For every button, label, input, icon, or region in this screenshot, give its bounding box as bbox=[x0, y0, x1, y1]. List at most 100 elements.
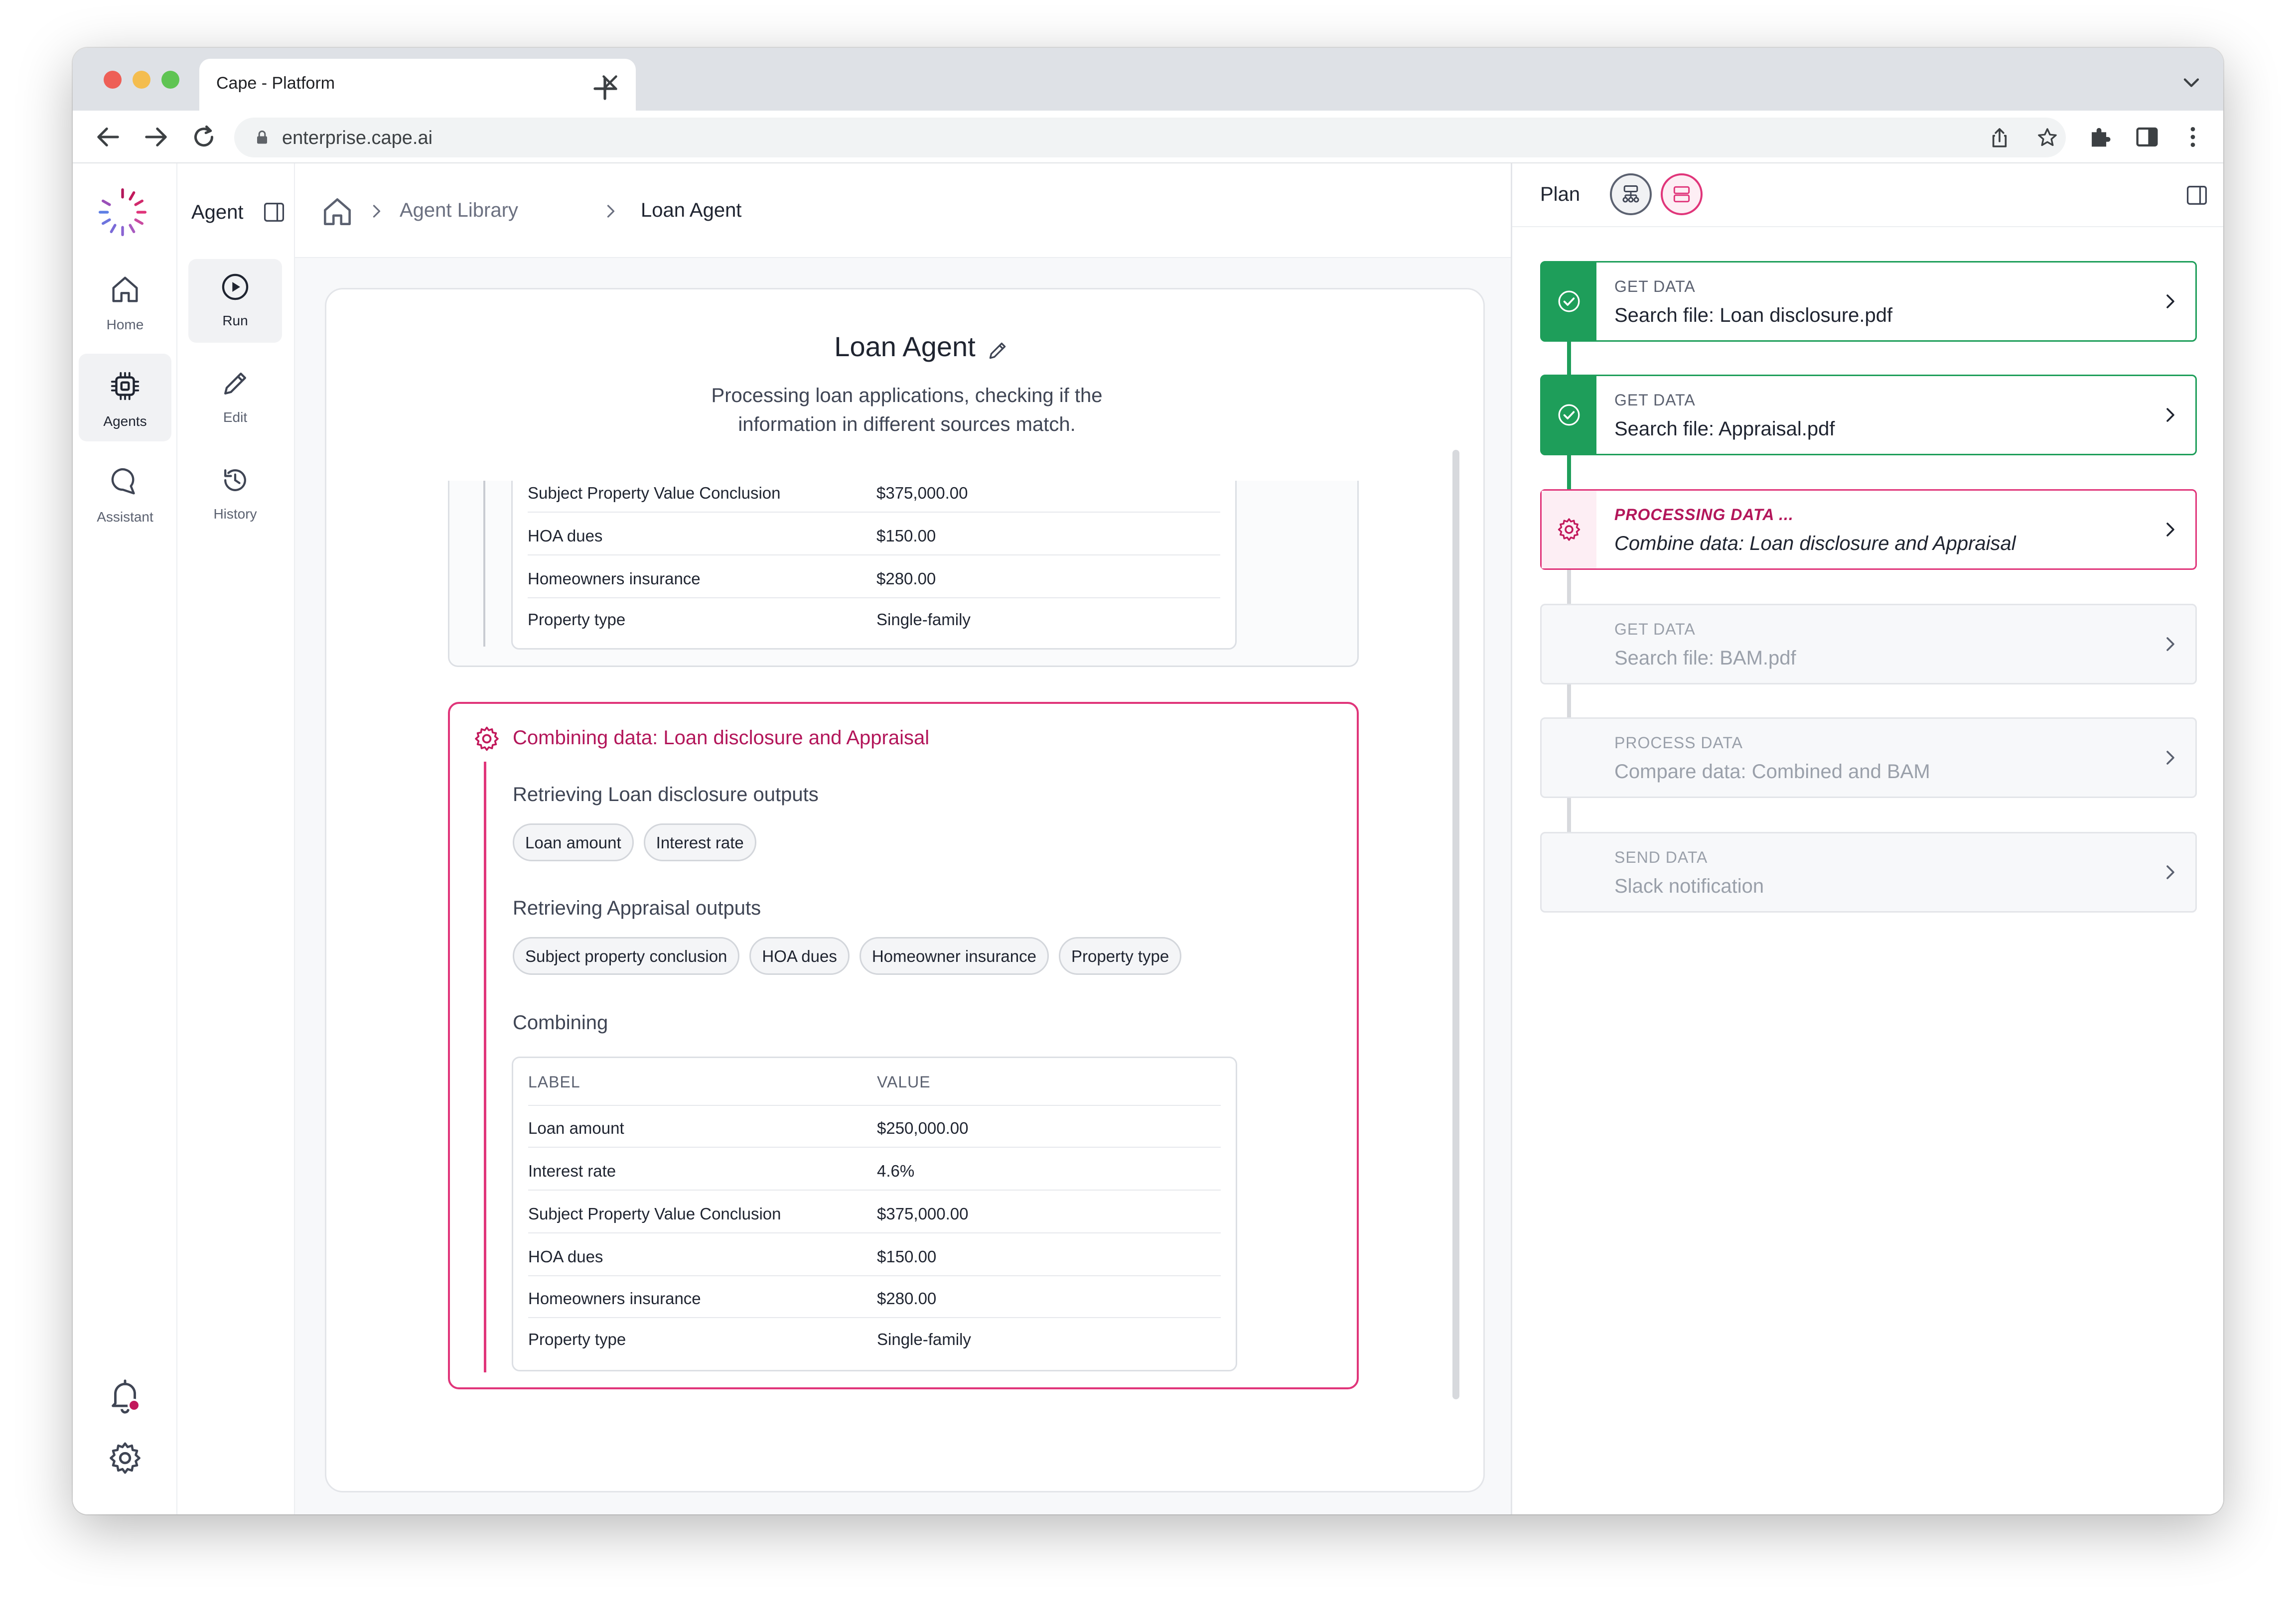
tab-search-chevron-icon[interactable] bbox=[2178, 70, 2204, 96]
plan-step[interactable]: PROCESSING DATA ... Combine data: Loan d… bbox=[1540, 489, 2197, 570]
browser-tab[interactable]: Cape - Platform bbox=[199, 59, 636, 111]
cell-value: $375,000.00 bbox=[877, 1205, 969, 1223]
edit-title-pencil-icon[interactable] bbox=[985, 338, 1010, 363]
agent-description: Processing loan applications, checking i… bbox=[711, 385, 1103, 435]
cell-label: Property type bbox=[528, 610, 626, 629]
chevron-right-icon[interactable] bbox=[2158, 403, 2182, 427]
window-maximize-button[interactable] bbox=[161, 71, 179, 89]
rail-item-assistant[interactable]: Assistant bbox=[79, 449, 171, 537]
forward-arrow-icon[interactable] bbox=[140, 121, 172, 153]
table-row: HOA dues $150.00 bbox=[528, 1234, 1221, 1276]
share-icon[interactable] bbox=[1986, 125, 2013, 151]
subnav-label-run: Run bbox=[222, 313, 248, 328]
run-play-icon bbox=[222, 273, 249, 300]
step-text: Combine data: Loan disclosure and Apprai… bbox=[1614, 533, 2016, 554]
plan-step[interactable]: GET DATA Search file: BAM.pdf bbox=[1540, 604, 2197, 684]
cell-label: HOA dues bbox=[528, 1247, 603, 1266]
step-label: PROCESSING DATA ... bbox=[1614, 506, 1794, 524]
step-label: GET DATA bbox=[1614, 620, 1696, 638]
history-clock-icon bbox=[224, 469, 246, 491]
combining-heading: Combining bbox=[513, 1012, 608, 1034]
combining-title: Combining data: Loan disclosure and Appr… bbox=[513, 727, 930, 749]
table-row: Subject Property Value Conclusion $375,0… bbox=[528, 481, 1220, 513]
section-timeline-line bbox=[484, 762, 486, 1372]
rail-item-agents[interactable]: Agents bbox=[79, 354, 171, 441]
browser-window: Cape - Platform enterprise.cape.ai Home … bbox=[73, 48, 2223, 1514]
step-connector bbox=[1567, 454, 1571, 490]
cell-label: HOA dues bbox=[528, 527, 603, 545]
chip[interactable]: Homeowner insurance bbox=[859, 937, 1049, 975]
window-minimize-button[interactable] bbox=[133, 71, 150, 89]
chevron-right-icon[interactable] bbox=[2158, 518, 2182, 541]
chevron-right-icon[interactable] bbox=[2158, 746, 2182, 770]
subnav-item-history[interactable]: History bbox=[188, 452, 282, 536]
settings-gear-icon[interactable] bbox=[106, 1439, 144, 1477]
plan-step[interactable]: PROCESS DATA Compare data: Combined and … bbox=[1540, 717, 2197, 798]
chip[interactable]: HOA dues bbox=[749, 937, 850, 975]
chevron-right-icon[interactable] bbox=[2158, 860, 2182, 884]
breadcrumb-home-icon[interactable] bbox=[319, 193, 356, 230]
step-status-rail bbox=[1542, 263, 1596, 340]
step-connector bbox=[1567, 569, 1571, 605]
cell-value: $150.00 bbox=[877, 1247, 937, 1266]
chevron-right-icon[interactable] bbox=[2158, 289, 2182, 313]
plan-title: Plan bbox=[1540, 183, 1580, 205]
edit-pencil-icon bbox=[224, 373, 246, 395]
subnav-item-edit[interactable]: Edit bbox=[188, 356, 282, 439]
step-status-rail bbox=[1542, 491, 1596, 568]
breadcrumb-agent-library[interactable]: Agent Library bbox=[400, 199, 518, 222]
back-arrow-icon[interactable] bbox=[92, 121, 125, 153]
rail-label-assistant: Assistant bbox=[97, 509, 153, 525]
breadcrumb: Agent Library Loan Agent bbox=[295, 163, 1511, 258]
subnav-item-run[interactable]: Run bbox=[188, 259, 282, 343]
browser-menu-icon[interactable] bbox=[2178, 123, 2207, 151]
plan-flow-view-button[interactable] bbox=[1610, 173, 1652, 215]
home-icon bbox=[112, 276, 138, 302]
step-connector bbox=[1567, 683, 1571, 719]
cape-logo-icon bbox=[98, 188, 147, 237]
appraisal-table: Subject Property Value Conclusion $375,0… bbox=[511, 481, 1237, 650]
step-label: GET DATA bbox=[1614, 391, 1696, 409]
reload-icon[interactable] bbox=[187, 121, 220, 153]
cell-value: $375,000.00 bbox=[876, 484, 968, 502]
plan-step[interactable]: GET DATA Search file: Loan disclosure.pd… bbox=[1540, 261, 2197, 342]
step-connector bbox=[1567, 341, 1571, 376]
extensions-puzzle-icon[interactable] bbox=[2086, 123, 2115, 151]
cell-label: Homeowners insurance bbox=[528, 1289, 701, 1308]
step-text: Search file: BAM.pdf bbox=[1614, 647, 1796, 669]
table-row: HOA dues $150.00 bbox=[528, 514, 1220, 555]
chip[interactable]: Property type bbox=[1059, 937, 1182, 975]
collapse-plan-panel-icon[interactable] bbox=[2184, 182, 2210, 208]
card-scrollbar[interactable] bbox=[1452, 450, 1459, 1399]
url-text: enterprise.cape.ai bbox=[282, 128, 433, 148]
cell-label: Subject Property Value Conclusion bbox=[528, 484, 781, 502]
plan-list-view-button[interactable] bbox=[1661, 173, 1703, 215]
plan-step[interactable]: SEND DATA Slack notification bbox=[1540, 832, 2197, 913]
chip[interactable]: Interest rate bbox=[643, 823, 756, 861]
check-circle-icon bbox=[1558, 290, 1580, 312]
cell-value: $280.00 bbox=[877, 1289, 937, 1308]
flow-diagram-icon bbox=[1622, 185, 1639, 203]
agent-subnav: Agent Run Edit History bbox=[177, 163, 295, 1514]
assistant-chat-icon bbox=[111, 468, 135, 495]
plan-step[interactable]: GET DATA Search file: Appraisal.pdf bbox=[1540, 375, 2197, 455]
chip[interactable]: Subject property conclusion bbox=[513, 937, 740, 975]
address-bar[interactable]: enterprise.cape.ai bbox=[234, 118, 2066, 157]
check-circle-icon bbox=[1558, 404, 1580, 426]
table-row: Property type Single-family bbox=[528, 1317, 1221, 1359]
new-tab-icon[interactable] bbox=[585, 69, 625, 109]
gear-icon bbox=[475, 726, 499, 751]
step-text: Search file: Appraisal.pdf bbox=[1614, 418, 1835, 440]
window-close-button[interactable] bbox=[104, 71, 122, 89]
column-header-value: VALUE bbox=[877, 1073, 931, 1091]
bookmark-star-icon[interactable] bbox=[2034, 125, 2061, 151]
chip[interactable]: Loan amount bbox=[513, 823, 634, 861]
step-connector bbox=[1567, 797, 1571, 833]
rail-item-home[interactable]: Home bbox=[79, 257, 171, 345]
table-row: Homeowners insurance $280.00 bbox=[528, 556, 1220, 598]
notification-dot bbox=[128, 1399, 141, 1412]
collapse-panel-icon[interactable] bbox=[261, 199, 287, 225]
chevron-right-icon[interactable] bbox=[2158, 632, 2182, 656]
side-panel-icon[interactable] bbox=[2133, 123, 2161, 151]
appraisal-output-chips: Subject property conclusion HOA dues Hom… bbox=[513, 937, 1182, 975]
